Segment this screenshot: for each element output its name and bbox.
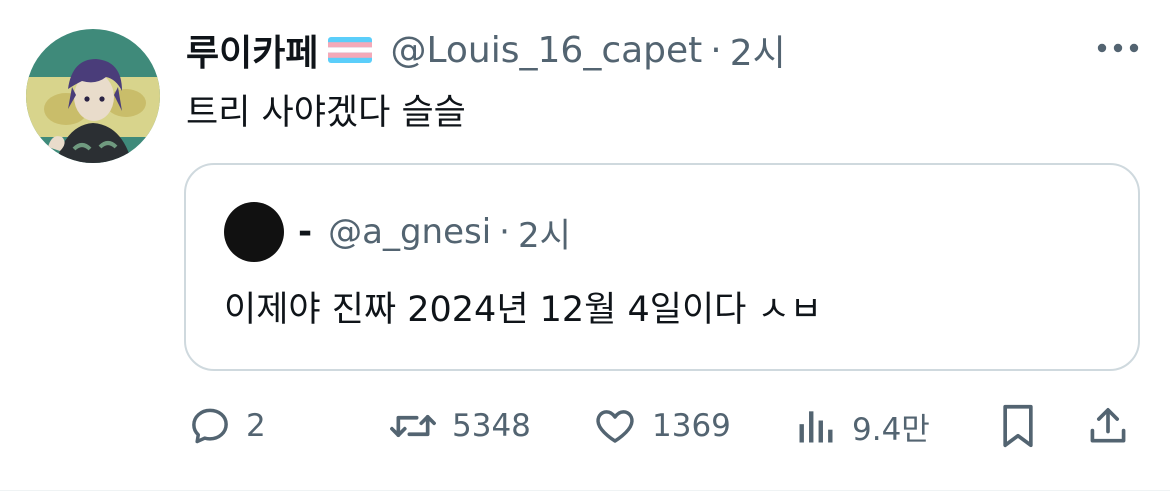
views-icon [794,404,838,448]
more-icon[interactable] [1096,36,1140,60]
transgender-flag-emoji [328,37,373,63]
quoted-tweet-header: - @a_gnesi · 2시 [224,201,571,263]
author-avatar[interactable] [26,29,160,163]
retweet-icon [388,404,438,448]
quoted-tweet-text: 이제야 진짜 2024년 12월 4일이다 ㅅㅂ [224,290,822,330]
tweet-header: 루이카페 @Louis_16_capet · 2시 [186,24,786,76]
quoted-author-handle: @a_gnesi [328,212,492,252]
view-count: 9.4만 [852,411,930,448]
quoted-tweet-card[interactable]: - @a_gnesi · 2시 이제야 진짜 2024년 12월 4일이다 ㅅㅂ [184,163,1140,371]
reply-icon [188,404,232,448]
like-icon [592,404,638,448]
reply-button[interactable]: 2 [188,396,266,456]
quoted-author-avatar [224,202,284,262]
quoted-author-display-name: - [298,212,313,252]
reply-count: 2 [246,408,266,444]
share-button[interactable] [1086,396,1130,456]
tweet-text: 트리 사야겠다 슬슬 [186,93,466,133]
like-button[interactable]: 1369 [592,396,731,456]
bookmark-button[interactable] [996,396,1040,456]
views-button[interactable]: 9.4만 [794,396,930,456]
like-count: 1369 [652,408,731,444]
header-separator: · [710,29,722,71]
avatar-illustration [26,29,160,163]
tweet-timestamp[interactable]: 2시 [730,24,786,76]
quoted-header-separator: · [499,212,510,252]
retweet-count: 5348 [452,408,531,444]
author-handle[interactable]: @Louis_16_capet [390,30,702,71]
retweet-button[interactable]: 5348 [388,396,531,456]
tweet-divider [0,490,1170,491]
quoted-tweet-timestamp: 2시 [517,215,571,256]
share-icon [1086,404,1130,448]
tweet-action-bar: 2 5348 1369 9.4만 [0,396,1170,456]
author-display-name[interactable]: 루이카페 [186,24,318,76]
bookmark-icon [996,402,1040,450]
